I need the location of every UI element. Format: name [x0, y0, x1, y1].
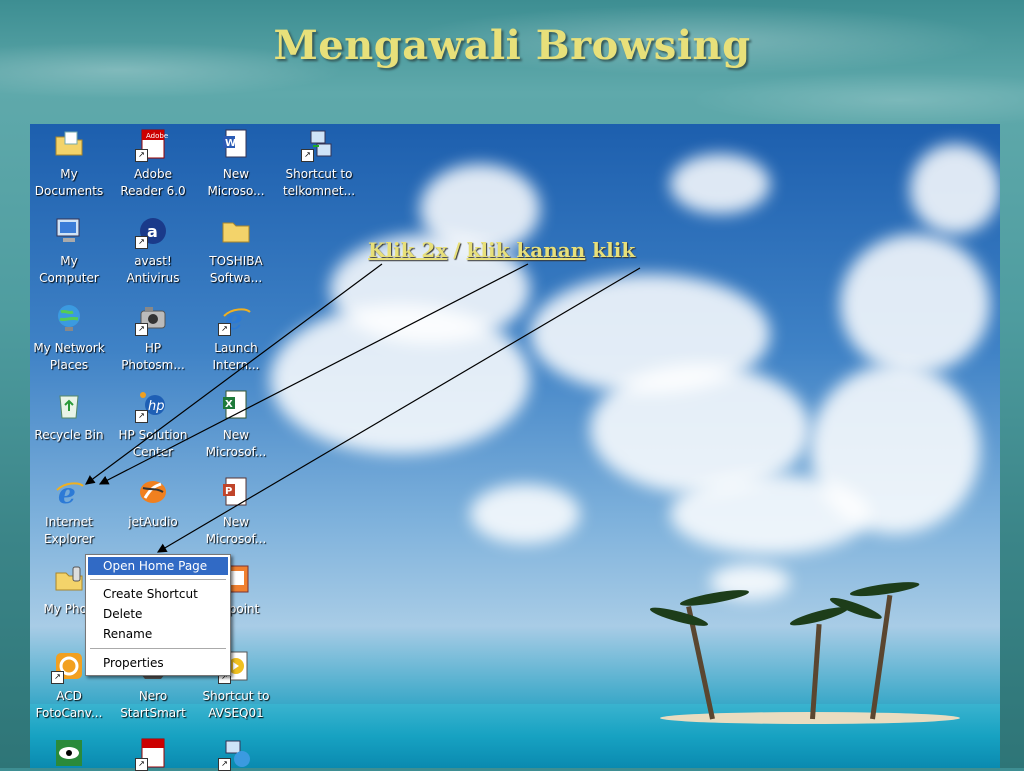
shortcut-arrow-icon: ↗ — [51, 671, 64, 684]
icon-label: New Microsof... — [205, 515, 267, 546]
excel-document-icon: X — [220, 389, 252, 421]
svg-text:P: P — [225, 486, 232, 497]
phone-folder-icon — [53, 563, 85, 595]
desktop-icon-new-word[interactable]: W New Microso... — [194, 128, 278, 200]
network-globe-icon — [53, 302, 85, 334]
annotation-click: klik — [592, 238, 636, 262]
cloud — [270, 304, 530, 454]
powerpoint-document-icon: P — [220, 476, 252, 508]
menu-item-open-home-page[interactable]: Open Home Page — [88, 557, 228, 575]
desktop-icon-hp-photosmart[interactable]: ↗ HP Photosm... — [111, 302, 195, 374]
icon-label: jetAudio — [128, 515, 178, 529]
icon-label: My Computer — [39, 254, 99, 285]
menu-separator — [90, 648, 226, 649]
desktop-icon-new-powerpoint[interactable]: P New Microsof... — [194, 476, 278, 548]
icon-label: My Network Places — [33, 341, 105, 372]
icon-label: HP Photosm... — [121, 341, 185, 372]
menu-item-rename[interactable]: Rename — [88, 625, 228, 643]
cloud — [670, 154, 770, 214]
icon-label: ACD FotoCanv... — [35, 689, 103, 720]
palm-leaf — [648, 604, 710, 630]
desktop-icon-pdf-now[interactable]: ↗ — [111, 737, 195, 771]
avast-icon: a ↗ — [135, 215, 169, 249]
desktop-icon-shortcut-telkomnet[interactable]: ↗ Shortcut to telkomnet... — [277, 128, 361, 200]
network-computer-icon: ↗ — [218, 737, 252, 771]
cloud — [670, 474, 870, 554]
svg-text:a: a — [147, 222, 158, 241]
adobe-reader-icon: Adobe ↗ — [135, 128, 169, 162]
jetaudio-icon — [137, 476, 169, 508]
icon-label: Nero StartSmart — [120, 689, 186, 720]
acd-icon: ↗ — [51, 650, 85, 684]
icon-label: TOSHIBA Softwa... — [209, 254, 263, 285]
desktop-icon-internet-explorer[interactable]: e Internet Explorer — [27, 476, 111, 548]
menu-item-create-shortcut[interactable]: Create Shortcut — [88, 585, 228, 603]
desktop-icon-hp-solution-center[interactable]: hp ↗ HP Solution Center — [111, 389, 195, 461]
menu-separator — [90, 579, 226, 580]
icon-label: Recycle Bin — [34, 428, 104, 442]
shortcut-arrow-icon: ↗ — [135, 410, 148, 423]
annotation-double-click: Klik 2x — [368, 238, 448, 262]
shortcut-arrow-icon: ↗ — [135, 149, 148, 162]
icon-label: avast! Antivirus — [126, 254, 180, 285]
internet-explorer-icon: e ↗ — [218, 302, 252, 336]
desktop-icon-launch-ie[interactable]: e ↗ Launch Intern... — [194, 302, 278, 374]
desktop-icon-my-documents[interactable]: My Documents — [27, 128, 111, 200]
svg-text:hp: hp — [148, 399, 165, 414]
svg-text:X: X — [225, 399, 233, 410]
svg-text:W: W — [225, 138, 236, 149]
svg-text:e: e — [58, 477, 76, 508]
shortcut-arrow-icon: ↗ — [301, 149, 314, 162]
pdf-icon: ↗ — [135, 737, 169, 771]
icon-label: Shortcut to telkomnet... — [282, 167, 356, 198]
shortcut-arrow-icon: ↗ — [218, 758, 231, 771]
desktop-icon-adobe-reader[interactable]: Adobe ↗ Adobe Reader 6.0 — [111, 128, 195, 200]
hp-icon: hp ↗ — [135, 389, 169, 423]
icon-label: Adobe Reader 6.0 — [120, 167, 186, 198]
eye-icon — [53, 737, 85, 769]
slide-title: Mengawali Browsing — [273, 22, 751, 69]
icon-label: HP Solution Center — [118, 428, 188, 459]
desktop-icon-toshiba[interactable]: TOSHIBA Softwa... — [194, 215, 278, 287]
cloud — [840, 234, 990, 374]
menu-item-properties[interactable]: Properties — [88, 654, 228, 672]
folder-icon — [220, 215, 252, 247]
desktop-icon-eye[interactable] — [27, 737, 111, 769]
internet-explorer-icon: e — [53, 476, 85, 508]
desktop-icon-avast[interactable]: a ↗ avast! Antivirus — [111, 215, 195, 287]
shortcut-arrow-icon: ↗ — [135, 758, 148, 771]
icon-label: Launch Intern... — [212, 341, 260, 372]
instruction-annotation: Klik 2x / klik kanan klik — [368, 238, 635, 262]
icon-label: Internet Explorer — [44, 515, 94, 546]
shortcut-arrow-icon: ↗ — [135, 323, 148, 336]
shortcut-arrow-icon: ↗ — [218, 323, 231, 336]
dialup-connection-icon: ↗ — [301, 128, 335, 162]
icon-label: New Microsof... — [205, 428, 267, 459]
camera-icon: ↗ — [135, 302, 169, 336]
svg-text:Adobe: Adobe — [146, 132, 168, 140]
desktop-icon-new-excel[interactable]: X New Microsof... — [194, 389, 278, 461]
palm-leaf — [849, 579, 921, 599]
annotation-right-click: klik kanan — [466, 238, 586, 262]
annotation-separator: / — [453, 238, 461, 262]
folder-icon — [53, 128, 85, 160]
icon-label: My Documents — [34, 167, 104, 198]
word-document-icon: W — [220, 128, 252, 160]
shortcut-arrow-icon: ↗ — [135, 236, 148, 249]
menu-item-delete[interactable]: Delete — [88, 605, 228, 623]
icon-label: New Microso... — [207, 167, 265, 198]
context-menu: Open Home Page Create Shortcut Delete Re… — [85, 554, 231, 676]
cloud — [470, 484, 580, 544]
desktop-icon-recycle-bin[interactable]: Recycle Bin — [27, 389, 111, 444]
recycle-bin-icon — [53, 389, 85, 421]
desktop-icon-jetaudio[interactable]: jetAudio — [111, 476, 195, 531]
computer-icon — [53, 215, 85, 247]
desktop-icon-my-computer[interactable]: My Computer — [27, 215, 111, 287]
icon-label: Shortcut to AVSEQ01 — [202, 689, 270, 720]
desktop-icon-network-app[interactable]: ↗ — [194, 737, 278, 771]
desktop-icon-network-places[interactable]: My Network Places — [27, 302, 111, 374]
cloud — [910, 144, 1000, 234]
